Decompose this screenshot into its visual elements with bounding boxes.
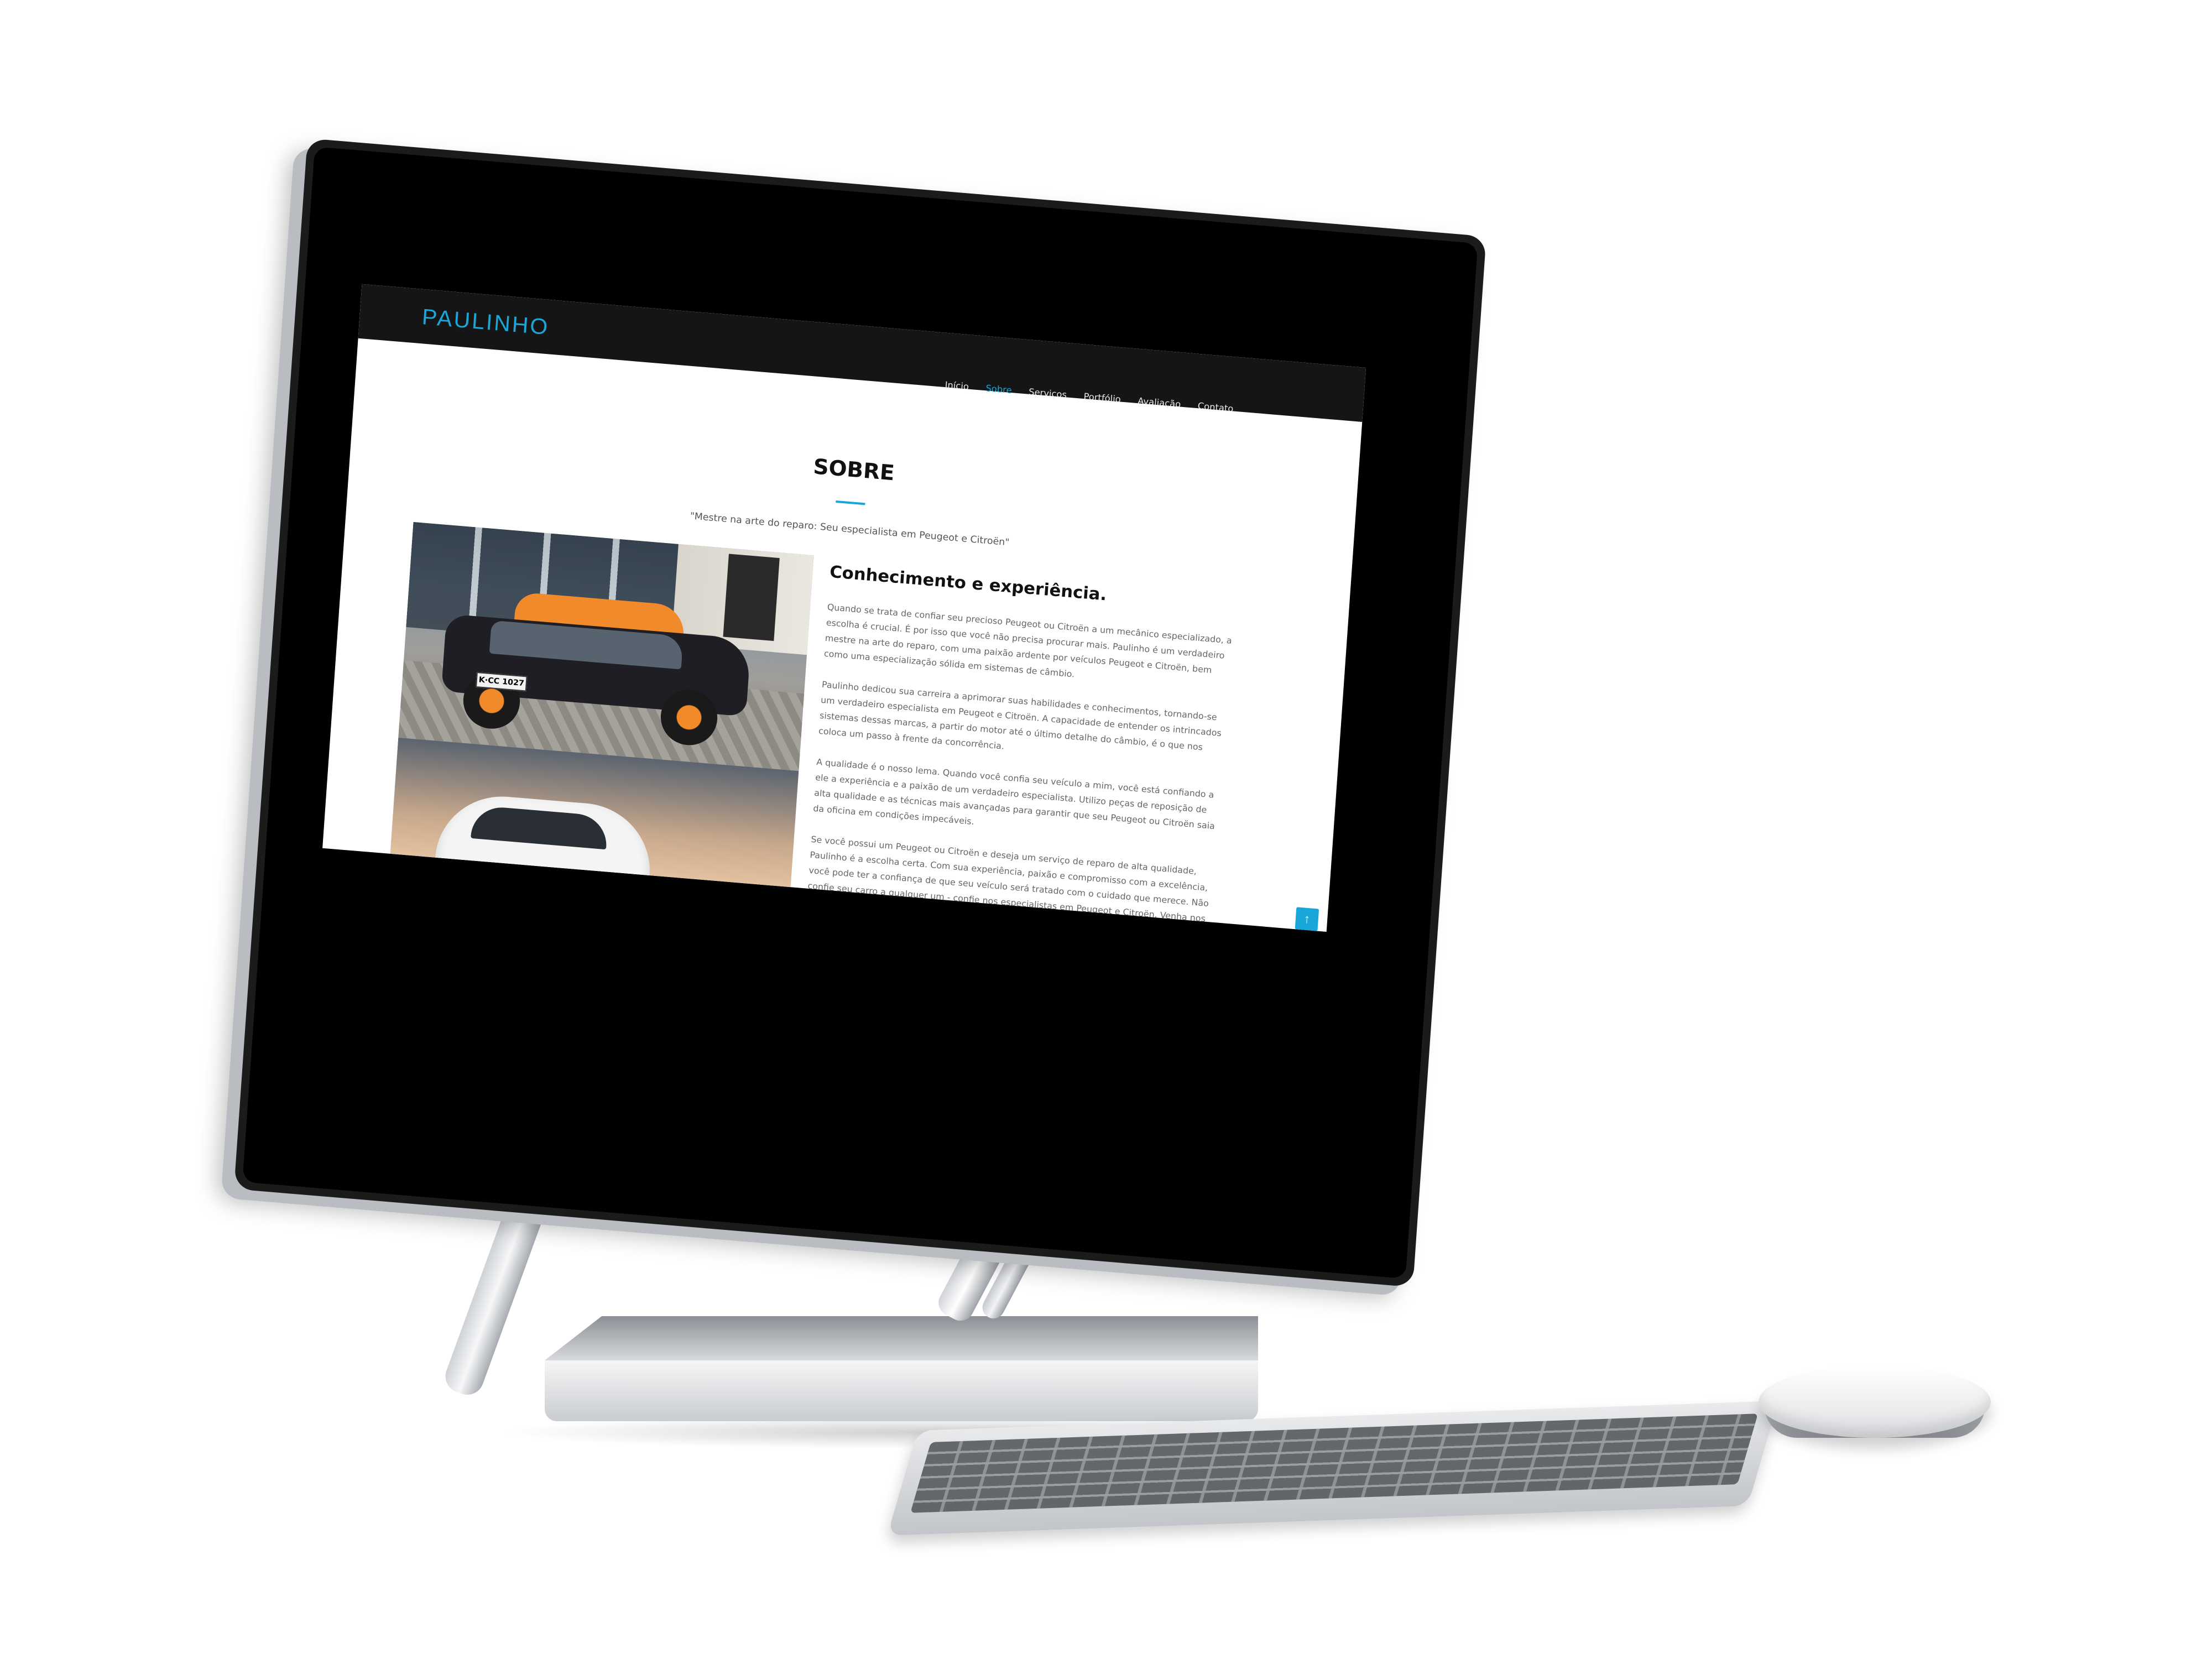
section-title: SOBRE <box>812 454 896 486</box>
mouse <box>1759 1366 1991 1438</box>
monitor-base <box>545 1316 1258 1421</box>
nav-menu: Início Sobre Serviços Portfólio Avaliaçã… <box>945 379 1234 414</box>
nav-item-portfolio[interactable]: Portfólio <box>1083 391 1121 405</box>
photo-black-citroen-ds3: K·CC 1027 <box>398 521 814 771</box>
about-paragraph-1: Quando se trata de confiar seu precioso … <box>823 602 1233 680</box>
about-paragraph-2: Paulinho dedicou sua carreira a aprimora… <box>818 679 1222 753</box>
nav-item-servicos[interactable]: Serviços <box>1029 387 1067 400</box>
monitor-bezel: PAULINHO Início Sobre Serviços Portfólio… <box>242 147 1478 1279</box>
car-black-orange: K·CC 1027 <box>440 586 753 748</box>
about-photos: K·CC 1027 <box>389 521 814 899</box>
title-underline <box>836 500 865 505</box>
about-text: Conhecimento e experiência. Quando se tr… <box>805 562 1237 932</box>
mouse-body <box>1759 1366 1991 1438</box>
scroll-to-top-button[interactable]: ↑ <box>1295 907 1319 931</box>
about-paragraph-3: A qualidade é o nosso lema. Quando você … <box>812 757 1215 832</box>
site-navbar: PAULINHO Início Sobre Serviços Portfólio… <box>358 284 1366 422</box>
browser-viewport: PAULINHO Início Sobre Serviços Portfólio… <box>322 284 1366 932</box>
about-paragraph-4: Se você possui um Peugeot ou Citroën e d… <box>806 834 1209 932</box>
nav-item-avaliacao[interactable]: Avaliação <box>1138 395 1181 409</box>
car-white-windshield <box>471 805 609 850</box>
site-logo[interactable]: PAULINHO <box>421 305 550 340</box>
monitor-base-side <box>545 1360 1258 1421</box>
arrow-up-icon: ↑ <box>1303 911 1311 926</box>
monitor-base-top <box>545 1316 1258 1360</box>
monitor-stand-back <box>441 1188 549 1400</box>
nav-item-inicio[interactable]: Início <box>945 379 969 392</box>
monitor: PAULINHO Início Sobre Serviços Portfólio… <box>234 138 1486 1287</box>
nav-item-sobre[interactable]: Sobre <box>985 383 1012 395</box>
car-white <box>433 791 655 899</box>
nav-item-contato[interactable]: Contato <box>1197 400 1234 414</box>
